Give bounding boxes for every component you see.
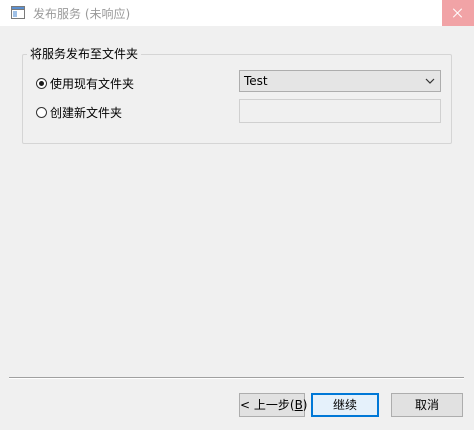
cancel-button[interactable]: 取消	[391, 393, 463, 417]
close-button[interactable]	[442, 0, 474, 26]
radio-new-folder-indicator[interactable]	[36, 107, 47, 118]
continue-button-label: 继续	[332, 398, 357, 412]
existing-folder-select[interactable]: Test	[239, 70, 441, 92]
chevron-down-icon	[425, 78, 435, 84]
publish-service-dialog: 发布服务 (未响应) 将服务发布至文件夹 使用现有文件夹 Test 创建新文件夹…	[0, 0, 474, 430]
title-bar[interactable]: 发布服务 (未响应)	[0, 0, 474, 26]
existing-folder-select-value: Test	[244, 74, 268, 88]
group-legend: 将服务发布至文件夹	[27, 45, 142, 62]
back-button-accesskey: B	[294, 398, 303, 412]
footer-separator	[9, 377, 464, 379]
new-folder-name-input[interactable]	[239, 99, 441, 123]
radio-new-folder-label: 创建新文件夹	[50, 106, 123, 120]
app-window-icon	[11, 6, 25, 19]
back-button[interactable]: < 上一步(B)	[239, 393, 308, 417]
continue-button[interactable]: 继续	[311, 393, 379, 417]
cancel-button-label: 取消	[414, 398, 439, 412]
radio-existing-folder-indicator[interactable]	[36, 78, 47, 89]
back-button-label-suffix: )	[302, 398, 308, 412]
window-title: 发布服务 (未响应)	[33, 7, 131, 21]
radio-existing-folder[interactable]: 使用现有文件夹	[36, 75, 134, 92]
radio-existing-folder-label: 使用现有文件夹	[50, 77, 135, 91]
back-button-label-prefix: < 上一步(	[240, 398, 295, 412]
radio-new-folder[interactable]: 创建新文件夹	[36, 104, 122, 121]
